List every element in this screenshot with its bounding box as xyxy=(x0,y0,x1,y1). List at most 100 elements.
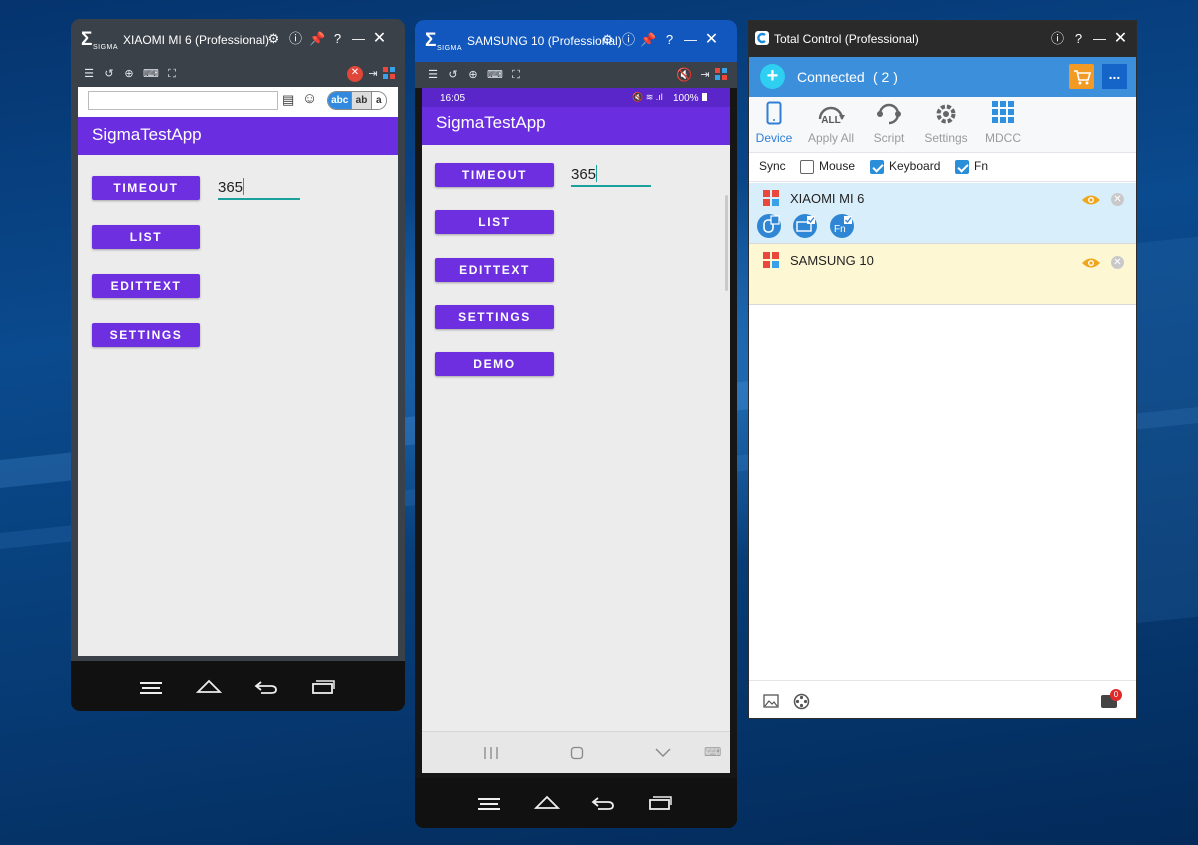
pin-icon[interactable]: 📌 xyxy=(640,31,657,48)
minimize-icon[interactable]: — xyxy=(682,31,699,48)
list-button[interactable]: LIST xyxy=(92,225,200,249)
gear-icon[interactable]: ⚙ xyxy=(265,30,282,47)
mute-icon[interactable]: 🔇 xyxy=(676,68,692,82)
list-button[interactable]: LIST xyxy=(435,210,554,234)
help-icon[interactable]: ? xyxy=(661,31,678,48)
scrollbar[interactable] xyxy=(725,195,728,291)
export-icon[interactable]: ⇥ xyxy=(366,67,380,81)
eye-icon[interactable] xyxy=(1081,257,1101,269)
zoom-icon[interactable]: ⊕ xyxy=(122,67,136,81)
rotate-icon[interactable]: ↺ xyxy=(102,67,116,81)
recents-softkey-icon[interactable] xyxy=(482,746,500,760)
back-softkey-icon[interactable] xyxy=(655,748,671,758)
pin-icon[interactable]: 📌 xyxy=(309,30,326,47)
add-device-icon[interactable]: + xyxy=(760,64,785,89)
home-nav-icon[interactable] xyxy=(534,794,560,810)
help-icon[interactable]: ? xyxy=(329,30,346,47)
remove-device-icon[interactable]: ✕ xyxy=(1111,193,1124,206)
fn-checkbox[interactable] xyxy=(955,160,969,174)
recents-nav-icon[interactable] xyxy=(310,679,336,695)
connected-count: ( 2 ) xyxy=(873,69,898,85)
tab-device[interactable]: Device xyxy=(746,97,802,152)
remove-device-icon[interactable]: ✕ xyxy=(1111,256,1124,269)
tab-settings[interactable]: Settings xyxy=(918,97,974,152)
device-row-samsung[interactable]: SAMSUNG 10 ✕ xyxy=(749,244,1136,305)
video-reel-icon[interactable] xyxy=(793,693,810,710)
ime-case-switch: abc ab a xyxy=(327,91,387,110)
mouse-label: Mouse xyxy=(819,159,856,173)
timeout-field[interactable]: 365 xyxy=(218,174,300,200)
back-nav-icon[interactable] xyxy=(590,795,616,811)
window-title: XIAOMI MI 6 (Professional) xyxy=(123,33,270,47)
info-icon[interactable]: ⓘ xyxy=(287,30,304,47)
eye-icon[interactable] xyxy=(1081,194,1101,206)
more-button[interactable]: ... xyxy=(1102,64,1127,89)
minimize-icon[interactable]: — xyxy=(350,30,367,47)
menu-list-icon[interactable]: ☰ xyxy=(426,68,440,82)
close-icon[interactable]: ✕ xyxy=(703,31,720,48)
emoji-icon[interactable]: ☺ xyxy=(302,90,317,107)
settings-button[interactable]: SETTINGS xyxy=(92,323,200,347)
gear-icon[interactable]: ⚙ xyxy=(599,31,616,48)
export-icon[interactable]: ⇥ xyxy=(698,68,712,82)
recents-nav-icon[interactable] xyxy=(647,795,673,811)
cart-icon[interactable] xyxy=(1069,64,1094,89)
tc-footer: 0 xyxy=(749,680,1136,718)
desktop-light-streak xyxy=(1136,236,1198,624)
tab-mdcc[interactable]: MDCC xyxy=(975,97,1031,152)
ime-toolbar: ▤ ☺ abc ab a xyxy=(78,87,398,117)
menu-nav-icon[interactable] xyxy=(138,680,164,696)
document-icon[interactable]: ▤ xyxy=(282,92,294,108)
device-row-xiaomi[interactable]: XIAOMI MI 6 ✕ Fn xyxy=(749,183,1136,244)
tc-titlebar[interactable]: Total Control (Professional) ⓘ ? — ✕ xyxy=(749,21,1136,57)
screenshot-icon[interactable] xyxy=(763,694,779,708)
ime-abc-button[interactable]: abc xyxy=(328,92,352,109)
timeout-button[interactable]: TIMEOUT xyxy=(92,176,200,200)
help-icon[interactable]: ? xyxy=(1070,30,1087,47)
back-nav-icon[interactable] xyxy=(253,679,279,695)
close-icon[interactable]: ✕ xyxy=(1112,30,1129,47)
mouse-checkbox[interactable] xyxy=(800,160,814,174)
fullscreen-icon[interactable]: ⛶ xyxy=(509,68,523,82)
sigma-logo: Σ SIGMA xyxy=(81,29,119,51)
keyboard-icon[interactable]: ⌨ xyxy=(487,68,503,82)
ime-ab-button[interactable]: ab xyxy=(351,92,371,109)
rotate-icon[interactable]: ↺ xyxy=(446,68,460,82)
demo-button[interactable]: DEMO xyxy=(435,352,554,376)
timeout-field[interactable]: 365 xyxy=(571,161,651,187)
keyboard-softkey-icon[interactable]: ⌨ xyxy=(704,745,721,759)
close-icon[interactable]: ✕ xyxy=(371,30,388,47)
device-name: SAMSUNG 10 xyxy=(790,253,874,268)
info-icon[interactable]: ⓘ xyxy=(1049,30,1066,47)
minimize-icon[interactable]: — xyxy=(1091,30,1108,47)
keyboard-icon[interactable]: ⌨ xyxy=(143,67,159,81)
xiaomi-titlebar[interactable]: Σ SIGMA XIAOMI MI 6 (Professional) ⚙ ⓘ 📌 … xyxy=(71,19,405,61)
tab-apply-all[interactable]: ALL Apply All xyxy=(803,97,859,152)
settings-button[interactable]: SETTINGS xyxy=(435,305,554,329)
menu-list-icon[interactable]: ☰ xyxy=(82,67,96,81)
keyboard-checkbox[interactable] xyxy=(870,160,884,174)
mdcc-grid-icon[interactable] xyxy=(382,67,396,81)
ime-a-button[interactable]: a xyxy=(370,92,386,109)
mute-icon[interactable]: ✕ xyxy=(347,66,363,82)
status-time: 16:05 xyxy=(440,93,466,104)
xiaomi-window: Σ SIGMA XIAOMI MI 6 (Professional) ⚙ ⓘ 📌 … xyxy=(71,19,405,711)
samsung-titlebar[interactable]: Σ SIGMA SAMSUNG 10 (Professional) ⚙ ⓘ 📌 ?… xyxy=(415,20,737,62)
fn-sync-icon[interactable]: Fn xyxy=(830,214,854,238)
edittext-button[interactable]: EDITTEXT xyxy=(435,258,554,282)
fullscreen-icon[interactable]: ⛶ xyxy=(165,67,179,81)
mouse-sync-icon[interactable] xyxy=(757,214,781,238)
menu-nav-icon[interactable] xyxy=(476,796,502,812)
tab-script[interactable]: Script xyxy=(861,97,917,152)
mdcc-grid-icon[interactable] xyxy=(714,68,728,82)
xiaomi-screen[interactable]: ▤ ☺ abc ab a SigmaTestApp TIMEOUT 365 LI… xyxy=(78,87,398,656)
timeout-button[interactable]: TIMEOUT xyxy=(435,163,554,187)
edittext-button[interactable]: EDITTEXT xyxy=(92,274,200,298)
keyboard-sync-icon[interactable] xyxy=(793,214,817,238)
home-softkey-icon[interactable] xyxy=(570,746,584,760)
info-icon[interactable]: ⓘ xyxy=(620,31,637,48)
samsung-screen[interactable]: 16:05 🔇 ≋ .ıl 100% SigmaTestApp TIMEOUT … xyxy=(422,88,730,773)
zoom-icon[interactable]: ⊕ xyxy=(466,68,480,82)
home-nav-icon[interactable] xyxy=(196,678,222,694)
ime-input[interactable] xyxy=(88,91,278,110)
